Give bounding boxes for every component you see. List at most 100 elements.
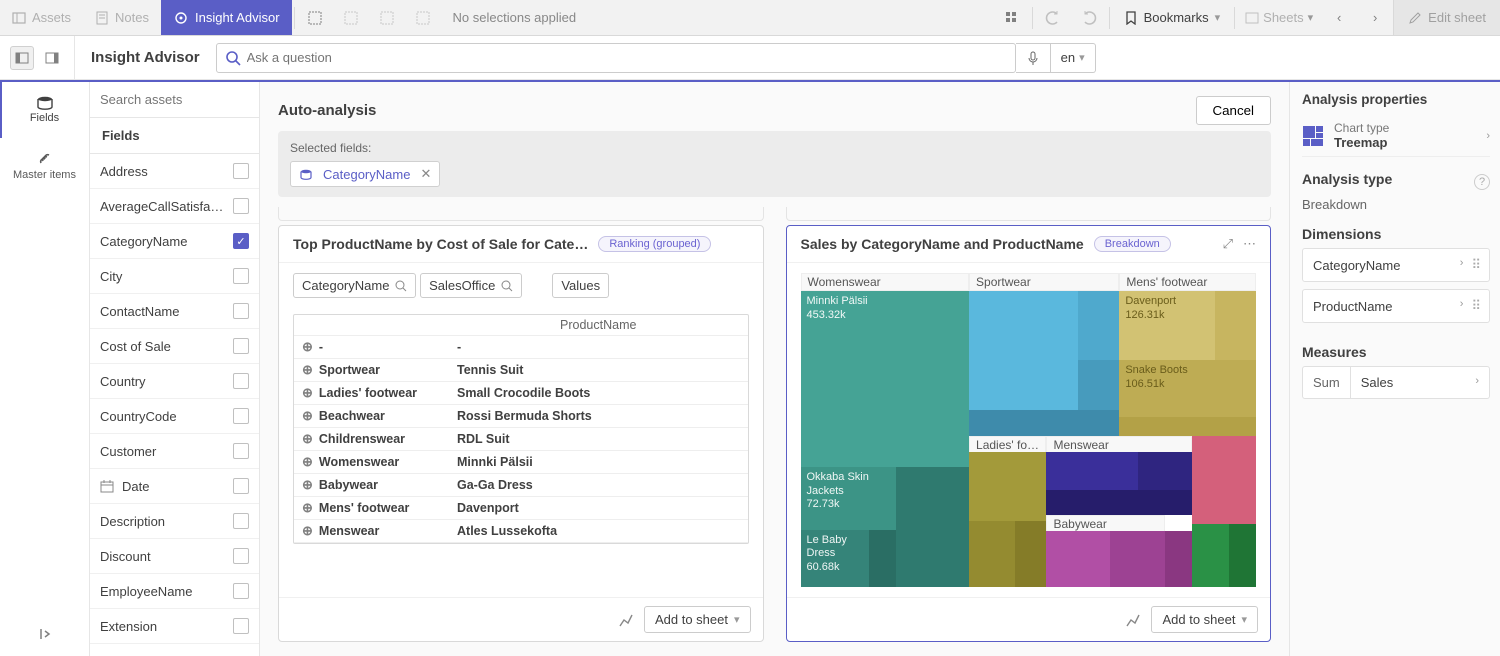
analysis-type-heading: Analysis type — [1302, 171, 1392, 187]
undo-icon — [1035, 0, 1071, 35]
field-row[interactable]: CategoryName✓ — [90, 224, 259, 259]
field-row[interactable]: Discount — [90, 539, 259, 574]
field-row[interactable]: City — [90, 259, 259, 294]
checkbox[interactable] — [233, 373, 249, 389]
field-row[interactable]: Country — [90, 364, 259, 399]
checkbox[interactable] — [233, 268, 249, 284]
treemap-cell[interactable]: Davenport126.31k — [1119, 291, 1215, 360]
dimension-item[interactable]: CategoryName ›⠿ — [1302, 248, 1490, 282]
breakdown-badge: Breakdown — [1094, 236, 1171, 252]
drag-handle-icon[interactable]: ⠿ — [1471, 298, 1479, 314]
left-tabs: Fields Master items — [0, 82, 90, 656]
add-to-sheet-button[interactable]: Add to sheet▾ — [644, 606, 751, 633]
insight-advisor-tab[interactable]: Insight Advisor — [161, 0, 292, 35]
grid-icon[interactable] — [994, 0, 1030, 35]
top-toolbar: Assets Notes Insight Advisor No selectio… — [0, 0, 1500, 36]
checkbox[interactable] — [233, 478, 249, 494]
checkbox[interactable] — [233, 583, 249, 599]
field-row[interactable]: Description — [90, 504, 259, 539]
checkbox[interactable] — [233, 163, 249, 179]
breakdown-card: Sales by CategoryName and ProductName Br… — [786, 225, 1272, 642]
checkbox[interactable] — [233, 548, 249, 564]
field-row[interactable]: EmployeeName — [90, 574, 259, 609]
bookmarks-menu[interactable]: Bookmarks ▾ — [1112, 10, 1233, 25]
panel-left-toggle[interactable] — [10, 46, 34, 70]
dim-chip-salesoffice[interactable]: SalesOffice — [420, 273, 522, 298]
checkbox[interactable] — [233, 513, 249, 529]
checkbox[interactable] — [233, 198, 249, 214]
field-row[interactable]: AverageCallSatisfac… — [90, 189, 259, 224]
field-row[interactable]: Cost of Sale — [90, 329, 259, 364]
ranking-card: Top ProductName by Cost of Sale for Cate… — [278, 225, 764, 642]
chevron-down-icon: ▾ — [1215, 11, 1221, 24]
treemap-cell[interactable]: Minnki Pälsii453.32k — [801, 291, 970, 467]
panel-right-toggle[interactable] — [40, 46, 64, 70]
fullscreen-icon[interactable]: ⤢ — [1223, 236, 1233, 252]
collapse-tabs-button[interactable] — [0, 612, 89, 656]
master-items-vtab[interactable]: Master items — [0, 138, 89, 194]
language-select[interactable]: en▾ — [1051, 43, 1096, 73]
field-row[interactable]: ContactName — [90, 294, 259, 329]
dimensions-heading: Dimensions — [1302, 226, 1490, 242]
pivot-row[interactable]: ChildrenswearRDL Suit — [294, 428, 748, 451]
prev-sheet-icon: ‹ — [1321, 0, 1357, 35]
pivot-row[interactable]: MenswearAtles Lussekofta — [294, 520, 748, 543]
calendar-icon — [100, 479, 114, 493]
database-icon — [299, 169, 313, 180]
treemap-cell[interactable]: Le Baby Dress60.68k — [801, 530, 869, 587]
assets-tab[interactable]: Assets — [0, 0, 83, 35]
field-row[interactable]: Address — [90, 154, 259, 189]
selected-field-chip[interactable]: CategoryName ✕ — [290, 161, 440, 187]
step-back-icon — [333, 0, 369, 35]
pivot-row[interactable]: SportwearTennis Suit — [294, 359, 748, 382]
close-icon[interactable]: ✕ — [420, 166, 431, 182]
treemap-cell[interactable]: Okkaba Skin Jackets72.73k — [801, 467, 897, 530]
pivot-row[interactable]: Ladies' footwearSmall Crocodile Boots — [294, 382, 748, 405]
treemap-cell[interactable]: Snake Boots106.51k — [1119, 360, 1256, 417]
sheets-menu: Sheets ▾ — [1237, 10, 1321, 25]
analysis-properties-panel: Analysis properties Chart type Treemap ›… — [1290, 82, 1500, 656]
field-row[interactable]: Customer — [90, 434, 259, 469]
pivot-row[interactable]: -- — [294, 336, 748, 359]
search-icon — [501, 280, 513, 292]
pivot-row[interactable]: BabywearGa-Ga Dress — [294, 474, 748, 497]
more-icon[interactable]: ⋯ — [1243, 236, 1256, 252]
treemap-icon — [1302, 125, 1324, 147]
pivot-row[interactable]: BeachwearRossi Bermuda Shorts — [294, 405, 748, 428]
explore-icon[interactable] — [618, 612, 634, 628]
field-row[interactable]: Date — [90, 469, 259, 504]
ask-question-input[interactable] — [216, 43, 1016, 73]
add-to-sheet-button[interactable]: Add to sheet▾ — [1151, 606, 1258, 633]
checkbox[interactable] — [233, 443, 249, 459]
pivot-row[interactable]: WomenswearMinnki Pälsii — [294, 451, 748, 474]
checkbox[interactable] — [233, 303, 249, 319]
measure-item[interactable]: Sum Sales › — [1302, 366, 1490, 399]
pivot-row[interactable]: Mens' footwearDavenport — [294, 497, 748, 520]
smart-search-icon[interactable] — [297, 0, 333, 35]
search-assets-input[interactable] — [90, 82, 259, 118]
treemap-chart[interactable]: Womenswear Sportwear Mens' footwear Minn… — [801, 273, 1257, 587]
checkbox[interactable]: ✓ — [233, 233, 249, 249]
explore-icon[interactable] — [1125, 612, 1141, 628]
chart-type-row[interactable]: Chart type Treemap › — [1302, 115, 1490, 157]
cancel-button[interactable]: Cancel — [1196, 96, 1272, 125]
search-icon — [395, 280, 407, 292]
checkbox[interactable] — [233, 408, 249, 424]
dimension-item[interactable]: ProductName ›⠿ — [1302, 289, 1490, 323]
help-icon[interactable]: ? — [1474, 174, 1490, 190]
field-row[interactable]: Extension — [90, 609, 259, 644]
link-icon — [37, 151, 53, 167]
ranking-badge: Ranking (grouped) — [598, 236, 711, 252]
fields-vtab[interactable]: Fields — [0, 82, 89, 138]
dim-chip-category[interactable]: CategoryName — [293, 273, 416, 298]
title-bar: Insight Advisor en▾ — [0, 36, 1500, 80]
field-row[interactable]: CountryCode — [90, 399, 259, 434]
notes-tab[interactable]: Notes — [83, 0, 161, 35]
checkbox[interactable] — [233, 338, 249, 354]
mic-button[interactable] — [1016, 43, 1051, 73]
drag-handle-icon[interactable]: ⠿ — [1471, 257, 1479, 273]
values-chip[interactable]: Values — [552, 273, 609, 298]
database-icon — [36, 96, 54, 110]
checkbox[interactable] — [233, 618, 249, 634]
edit-sheet-button: Edit sheet — [1393, 0, 1500, 35]
